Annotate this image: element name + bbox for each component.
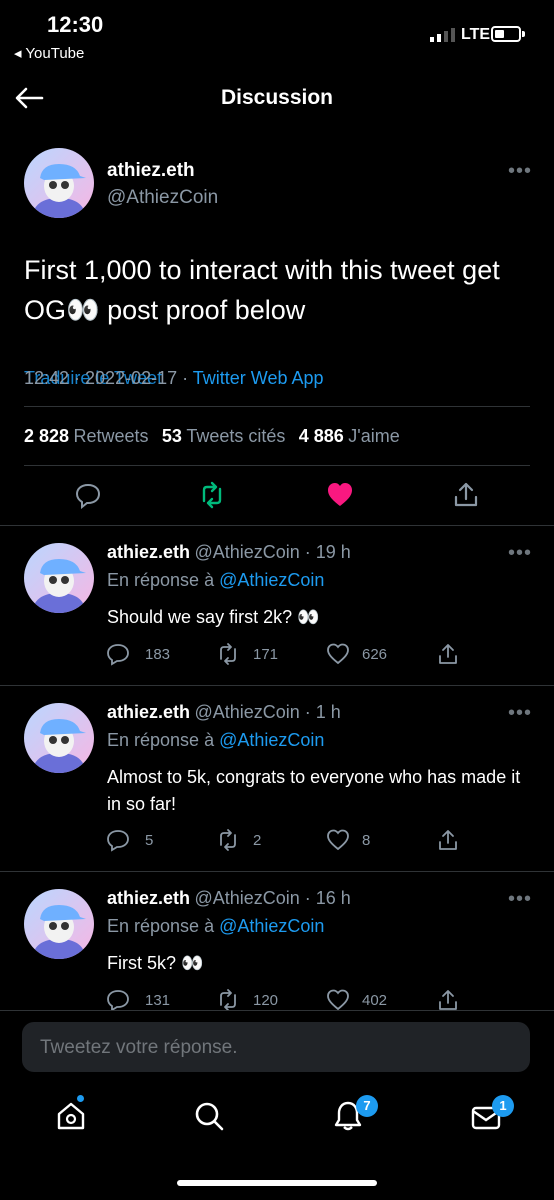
share-icon[interactable] xyxy=(436,642,460,666)
like-icon[interactable] xyxy=(326,988,350,1010)
divider xyxy=(0,525,554,526)
divider xyxy=(0,1010,554,1011)
divider xyxy=(0,685,554,686)
more-icon[interactable]: ••• xyxy=(508,161,531,181)
reply-header: athiez.eth @AthiezCoin · 16 h xyxy=(107,888,351,909)
signal-icon xyxy=(430,28,455,42)
reply-author-handle[interactable]: @AthiezCoin · 19 h xyxy=(194,542,350,562)
notifications-badge: 7 xyxy=(356,1095,378,1117)
reply-header: athiez.eth @AthiezCoin · 1 h xyxy=(107,702,341,723)
reply-text: First 5k? 👀 xyxy=(107,953,204,973)
reply-author-name[interactable]: athiez.eth xyxy=(107,702,190,722)
share-icon[interactable] xyxy=(452,481,480,509)
skull-avatar-icon xyxy=(32,719,86,773)
like-count: 626 xyxy=(362,646,388,663)
search-icon[interactable] xyxy=(193,1100,225,1132)
reply-count: 183 xyxy=(145,646,171,663)
avatar[interactable] xyxy=(24,889,94,959)
reply-input-placeholder[interactable]: Tweetez votre réponse. xyxy=(40,1037,238,1059)
reply-icon[interactable] xyxy=(106,988,130,1010)
home-icon[interactable] xyxy=(55,1100,87,1132)
reply-author-name[interactable]: athiez.eth xyxy=(107,542,190,562)
replying-to-link[interactable]: @AthiezCoin xyxy=(219,916,324,936)
retweet-icon[interactable] xyxy=(198,481,226,509)
retweet-icon[interactable] xyxy=(216,988,240,1010)
like-icon[interactable] xyxy=(326,828,350,852)
skull-avatar-icon xyxy=(32,905,86,959)
retweet-count: 120 xyxy=(253,992,279,1009)
replying-to: En réponse à @AthiezCoin xyxy=(107,570,325,590)
share-icon[interactable] xyxy=(436,988,460,1010)
skull-avatar-icon xyxy=(32,164,86,218)
tweet-source[interactable]: Twitter Web App xyxy=(193,368,324,388)
reply-icon[interactable] xyxy=(74,481,102,509)
reply-count: 131 xyxy=(145,992,171,1009)
replying-to-link[interactable]: @AthiezCoin xyxy=(219,730,324,750)
tweet-text: First 1,000 to interact with this tweet … xyxy=(24,255,500,325)
more-icon[interactable]: ••• xyxy=(508,889,531,909)
replying-to: En réponse à @AthiezCoin xyxy=(107,916,325,936)
page-title: Discussion xyxy=(220,86,334,109)
more-icon[interactable]: ••• xyxy=(508,543,531,563)
battery-nub xyxy=(522,31,525,37)
replying-to: En réponse à @AthiezCoin xyxy=(107,730,325,750)
author-name[interactable]: athiez.eth xyxy=(107,160,195,182)
divider xyxy=(0,871,554,872)
reply-header: athiez.eth @AthiezCoin · 19 h xyxy=(107,542,351,563)
like-count: 8 xyxy=(362,832,371,849)
reply-icon[interactable] xyxy=(106,828,130,852)
share-icon[interactable] xyxy=(436,828,460,852)
reply-author-name[interactable]: athiez.eth xyxy=(107,888,190,908)
like-count: 402 xyxy=(362,992,388,1009)
author-handle[interactable]: @AthiezCoin xyxy=(107,187,218,209)
home-indicator xyxy=(177,1180,377,1186)
avatar[interactable] xyxy=(24,148,94,218)
reply-count: 5 xyxy=(145,832,154,849)
reply-author-handle[interactable]: @AthiezCoin · 1 h xyxy=(194,702,340,722)
retweet-count: 2 xyxy=(253,832,262,849)
retweet-icon[interactable] xyxy=(216,642,240,666)
back-to-app-link[interactable]: ◂ YouTube xyxy=(14,44,84,62)
quote-tweets-stat[interactable]: 53 Tweets cités xyxy=(162,426,286,446)
retweets-stat[interactable]: 2 828 Retweets xyxy=(24,426,149,446)
reply-actions-clipped: 131 120 402 xyxy=(0,985,554,1010)
status-time: 12:30 xyxy=(47,12,104,37)
battery-icon xyxy=(491,26,521,42)
reply-text: Almost to 5k, congrats to everyone who h… xyxy=(107,767,521,814)
reply-icon[interactable] xyxy=(106,642,130,666)
tweet-date: 12:42 · 2022-02-17 · xyxy=(24,368,193,388)
likes-stat[interactable]: 4 886 J'aime xyxy=(299,426,400,446)
replying-to-link[interactable]: @AthiezCoin xyxy=(219,570,324,590)
divider xyxy=(24,406,530,407)
skull-avatar-icon xyxy=(32,559,86,613)
like-icon[interactable] xyxy=(326,642,350,666)
avatar[interactable] xyxy=(24,703,94,773)
reply-text: Should we say first 2k? 👀 xyxy=(107,607,320,627)
like-icon[interactable] xyxy=(326,481,354,509)
retweet-icon[interactable] xyxy=(216,828,240,852)
home-notification-dot xyxy=(77,1095,84,1102)
retweet-count: 171 xyxy=(253,646,279,663)
reply-author-handle[interactable]: @AthiezCoin · 16 h xyxy=(194,888,350,908)
divider xyxy=(24,465,530,466)
tweet-stats: 2 828 Retweets 53 Tweets cités 4 886 J'a… xyxy=(24,426,400,447)
more-icon[interactable]: ••• xyxy=(508,703,531,723)
avatar[interactable] xyxy=(24,543,94,613)
messages-badge: 1 xyxy=(492,1095,514,1117)
network-label: LTE xyxy=(461,26,491,43)
